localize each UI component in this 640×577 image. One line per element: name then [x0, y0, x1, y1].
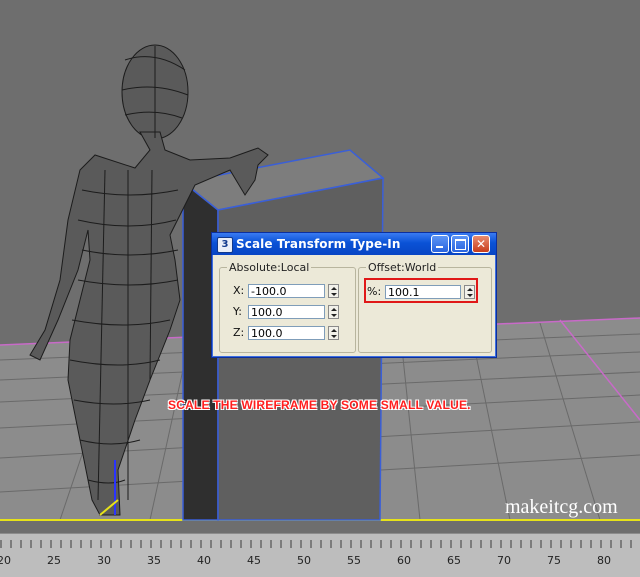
viewport[interactable]: 3 Scale Transform Type-In ✕ Absolute:Loc…	[0, 0, 640, 577]
x-spinner[interactable]	[328, 284, 339, 298]
absolute-local-group: Absolute:Local X: -100.0 Y: 100.0 Z: 100…	[219, 261, 356, 353]
maximize-button[interactable]	[451, 235, 469, 253]
percent-highlight-box	[364, 278, 478, 303]
ruler-label: 55	[347, 554, 361, 567]
ruler-label: 75	[547, 554, 561, 567]
spinner-up-icon	[331, 329, 337, 332]
ruler-label: 45	[247, 554, 261, 567]
close-icon: ✕	[475, 237, 487, 251]
x-input[interactable]: -100.0	[248, 284, 325, 298]
tutorial-caption: SCALE THE WIREFRAME BY SOME SMALL VALUE.	[168, 398, 471, 412]
ruler-label: 60	[397, 554, 411, 567]
spinner-down-icon	[331, 335, 337, 338]
ruler-label: 40	[197, 554, 211, 567]
spinner-up-icon	[331, 308, 337, 311]
x-label: X:	[233, 284, 245, 297]
z-spinner[interactable]	[328, 326, 339, 340]
spinner-up-icon	[331, 287, 337, 290]
dialog-titlebar[interactable]: 3 Scale Transform Type-In ✕	[212, 233, 496, 255]
dialog-title: Scale Transform Type-In	[236, 237, 401, 251]
ruler-label: 50	[297, 554, 311, 567]
offset-world-title: Offset:World	[366, 261, 439, 274]
ruler-label: 80	[597, 554, 611, 567]
close-button[interactable]: ✕	[472, 235, 490, 253]
ruler-ticks	[0, 540, 632, 548]
ruler-label: 65	[447, 554, 461, 567]
app-icon: 3	[217, 237, 233, 253]
z-label: Z:	[233, 326, 245, 339]
ruler-label: 20	[0, 554, 11, 567]
ruler-label: 35	[147, 554, 161, 567]
y-spinner[interactable]	[328, 305, 339, 319]
spinner-down-icon	[331, 314, 337, 317]
z-input[interactable]: 100.0	[248, 326, 325, 340]
spinner-down-icon	[331, 293, 337, 296]
minimize-icon	[436, 246, 443, 248]
ruler-label: 70	[497, 554, 511, 567]
ruler-label: 30	[97, 554, 111, 567]
maximize-icon	[455, 239, 466, 250]
absolute-local-title: Absolute:Local	[227, 261, 312, 274]
watermark: makeitcg.com	[505, 496, 618, 518]
minimize-button[interactable]	[431, 235, 449, 253]
timeline-ruler[interactable]: 20 25 30 35 40 45 50 55 60 65 70 75 80	[0, 533, 640, 577]
ruler-label: 25	[47, 554, 61, 567]
y-input[interactable]: 100.0	[248, 305, 325, 319]
y-label: Y:	[233, 305, 242, 318]
